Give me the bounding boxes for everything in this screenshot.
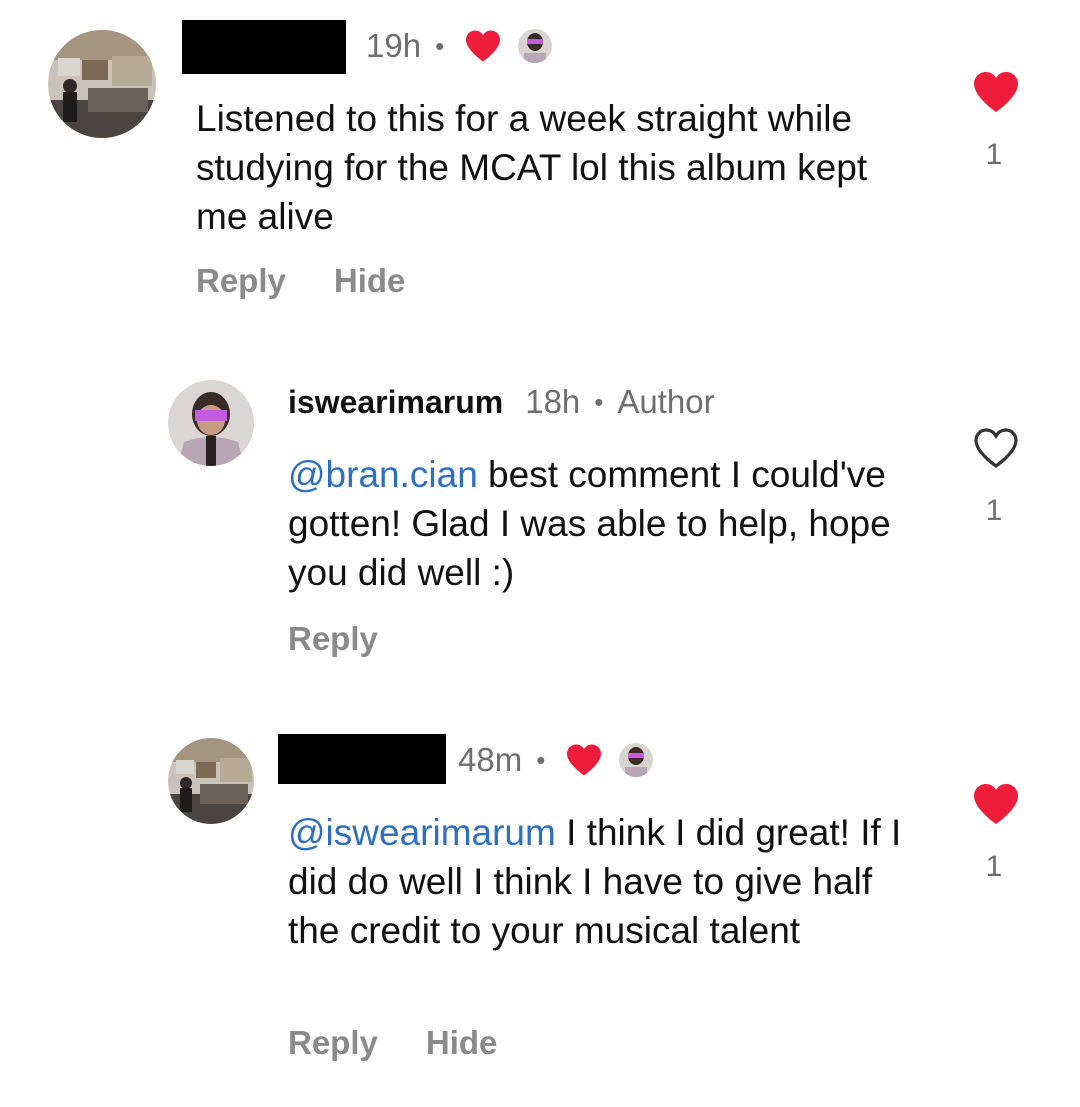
heart-outline-icon <box>974 428 1018 468</box>
commenter-avatar[interactable] <box>168 738 254 824</box>
comment-actions: Reply Hide <box>196 262 453 300</box>
separator-dot: • <box>536 744 546 775</box>
heart-filled-icon <box>974 784 1018 824</box>
reply-button[interactable]: Reply <box>196 262 286 300</box>
comment-text: @iswearimarum I think I did great! If I … <box>288 812 902 951</box>
mention-link[interactable]: @iswearimarum <box>288 812 556 853</box>
reply-button[interactable]: Reply <box>288 620 378 658</box>
username[interactable]: iswearimarum <box>288 384 503 421</box>
mention-link[interactable]: @bran.cian <box>288 454 478 495</box>
comment-text: @bran.cian best comment I could've gotte… <box>288 454 891 593</box>
like-count: 1 <box>985 850 1003 883</box>
comment-meta: iswearimarum 18h • Author <box>288 380 715 424</box>
like-button[interactable] <box>972 426 1020 470</box>
commenter-avatar[interactable] <box>48 30 156 138</box>
hide-button[interactable]: Hide <box>334 262 406 300</box>
separator-dot: • <box>435 30 445 61</box>
author-avatar[interactable] <box>168 380 254 466</box>
comment-actions: Reply <box>288 620 426 658</box>
timestamp: 18h <box>525 383 581 420</box>
creator-liked-heart-icon <box>466 30 501 62</box>
like-button[interactable] <box>972 70 1020 114</box>
timestamp: 19h <box>366 27 422 64</box>
creator-liked-heart-icon <box>567 744 602 776</box>
creator-mini-avatar <box>619 743 654 777</box>
comment-meta: 48m • <box>458 738 654 782</box>
comment-text: Listened to this for a week straight whi… <box>196 98 868 237</box>
like-count: 1 <box>985 494 1003 527</box>
redacted-username <box>182 20 346 74</box>
hide-button[interactable]: Hide <box>426 1024 498 1062</box>
redacted-username <box>278 734 446 784</box>
comment-actions: Reply Hide <box>288 1024 545 1062</box>
timestamp: 48m <box>458 741 523 778</box>
like-count: 1 <box>985 138 1003 171</box>
heart-filled-icon <box>974 72 1018 112</box>
reply-button[interactable]: Reply <box>288 1024 378 1062</box>
author-badge: Author <box>617 383 715 420</box>
comment-meta: 19h • <box>366 24 553 68</box>
separator-dot: • <box>594 386 604 417</box>
like-button[interactable] <box>972 782 1020 826</box>
creator-mini-avatar <box>518 29 553 63</box>
